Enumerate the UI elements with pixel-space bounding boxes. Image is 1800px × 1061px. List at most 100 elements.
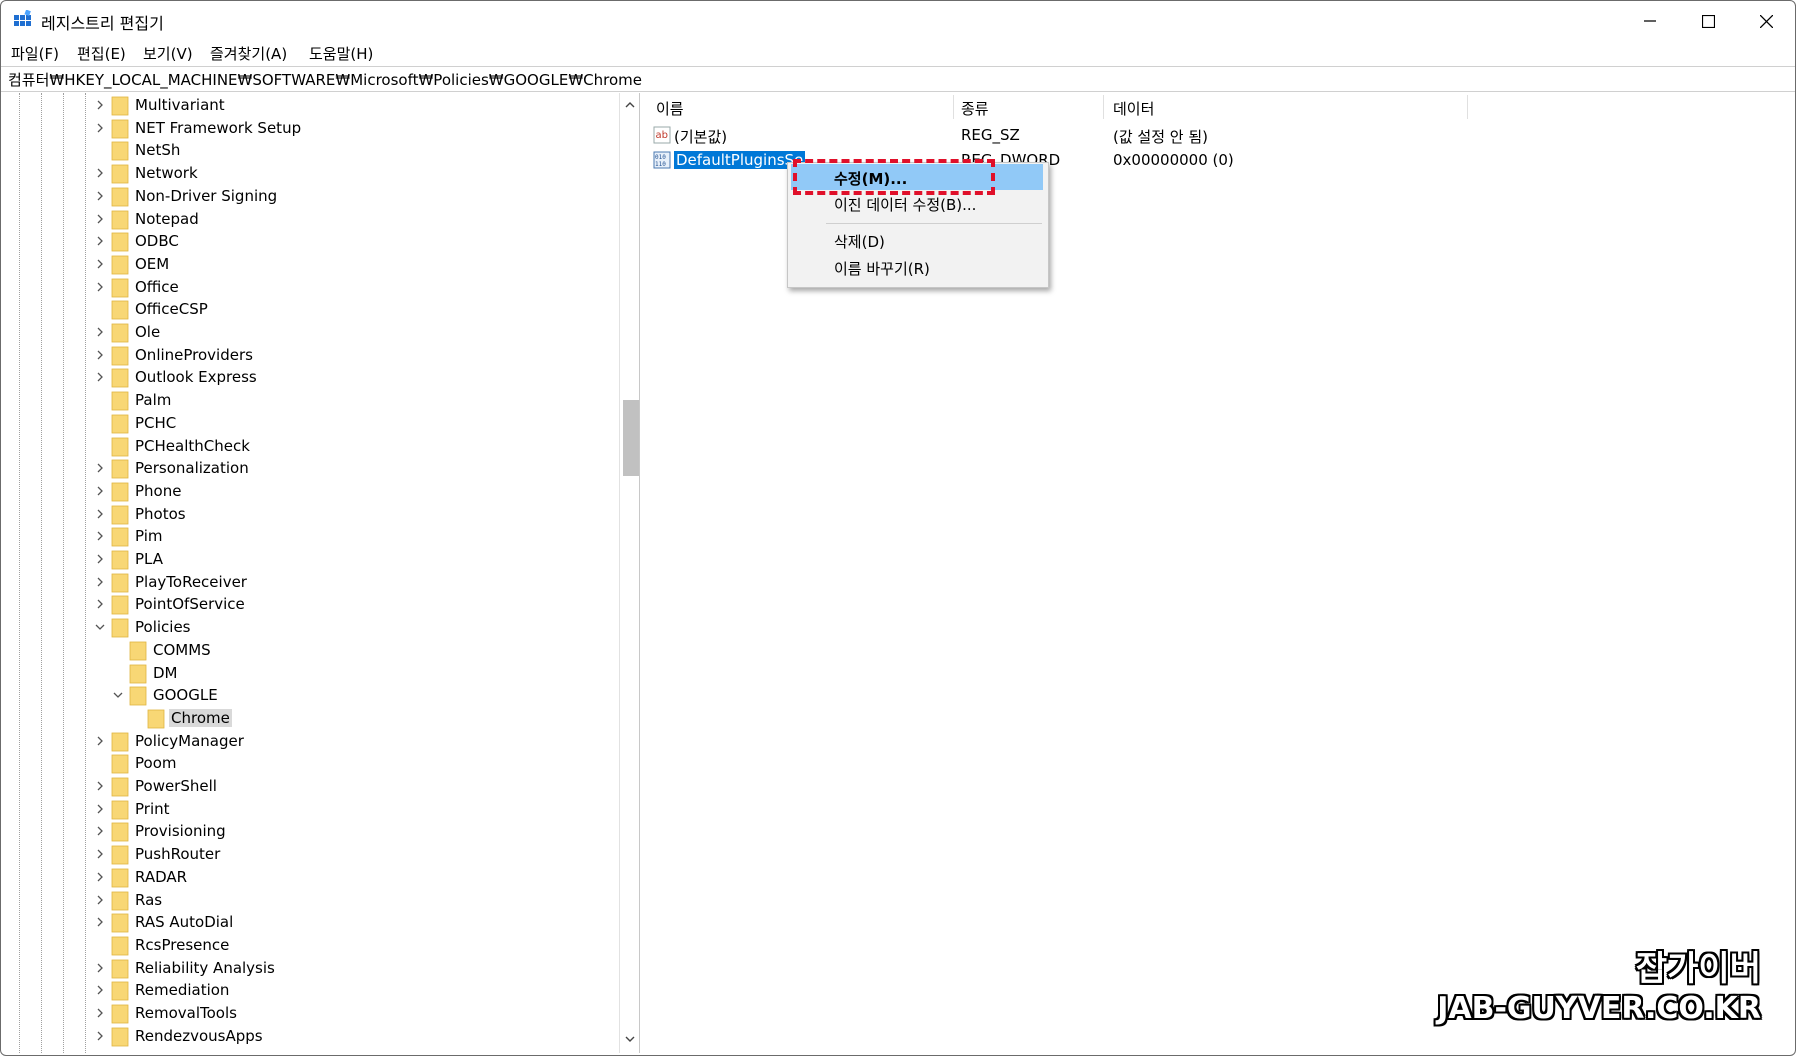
chevron-right-icon[interactable] <box>93 824 107 838</box>
minimize-button[interactable] <box>1621 1 1679 41</box>
chevron-right-icon[interactable] <box>93 189 107 203</box>
tree-item[interactable]: Policies <box>5 617 621 639</box>
column-separator[interactable] <box>1467 95 1468 119</box>
chevron-right-icon[interactable] <box>93 484 107 498</box>
tree-item[interactable]: Office <box>5 277 621 299</box>
tree-item[interactable]: Non-Driver Signing <box>5 186 621 208</box>
tree-item[interactable]: PLA <box>5 549 621 571</box>
chevron-right-icon[interactable] <box>93 529 107 543</box>
tree-item[interactable]: Multivariant <box>5 95 621 117</box>
column-header-data[interactable]: 데이터 <box>1113 98 1154 119</box>
chevron-right-icon[interactable] <box>93 983 107 997</box>
window-title: 레지스트리 편집기 <box>41 14 164 33</box>
tree-item[interactable]: OfficeCSP <box>5 299 621 321</box>
chevron-right-icon[interactable] <box>93 166 107 180</box>
tree-item[interactable]: OEM <box>5 254 621 276</box>
chevron-right-icon[interactable] <box>93 734 107 748</box>
tree-item[interactable]: RemovalTools <box>5 1003 621 1025</box>
tree-item[interactable]: RAS AutoDial <box>5 912 621 934</box>
menu-help[interactable]: 도움말(H) <box>309 43 373 64</box>
chevron-right-icon[interactable] <box>93 893 107 907</box>
chevron-right-icon[interactable] <box>93 121 107 135</box>
chevron-right-icon[interactable] <box>93 779 107 793</box>
tree-item[interactable]: NET Framework Setup <box>5 118 621 140</box>
tree-item[interactable]: Notepad <box>5 209 621 231</box>
scroll-down-icon[interactable] <box>624 1033 636 1045</box>
tree-item[interactable]: Reliability Analysis <box>5 958 621 980</box>
column-separator[interactable] <box>1103 95 1104 119</box>
tree-item[interactable]: Personalization <box>5 458 621 480</box>
tree-item[interactable]: Provisioning <box>5 821 621 843</box>
tree-item[interactable]: RADAR <box>5 867 621 889</box>
chevron-right-icon[interactable] <box>93 212 107 226</box>
key-tree-pane[interactable]: Multivariant NET Framework Setup NetSh Netw… <box>5 93 640 1053</box>
chevron-right-icon[interactable] <box>93 961 107 975</box>
tree-item[interactable]: Palm <box>5 390 621 412</box>
tree-item[interactable]: PowerShell <box>5 776 621 798</box>
menu-favorites[interactable]: 즐겨찾기(A) <box>210 43 287 64</box>
tree-item[interactable]: PushRouter <box>5 844 621 866</box>
tree-item[interactable]: Photos <box>5 504 621 526</box>
tree-item[interactable]: RendezvousApps <box>5 1026 621 1048</box>
column-header-name[interactable]: 이름 <box>656 98 684 119</box>
chevron-right-icon[interactable] <box>93 802 107 816</box>
chevron-right-icon[interactable] <box>93 1006 107 1020</box>
chevron-down-icon[interactable] <box>111 688 125 702</box>
chevron-right-icon[interactable] <box>93 552 107 566</box>
tree-item[interactable]: PCHC <box>5 413 621 435</box>
tree-item[interactable]: RcsPresence <box>5 935 621 957</box>
tree-item[interactable]: Poom <box>5 753 621 775</box>
close-button[interactable] <box>1737 1 1795 41</box>
tree-item[interactable]: PlayToReceiver <box>5 572 621 594</box>
tree-item[interactable]: DM <box>5 663 621 685</box>
tree-item[interactable]: Chrome <box>5 708 621 730</box>
chevron-right-icon[interactable] <box>93 280 107 294</box>
tree-item[interactable]: Ras <box>5 890 621 912</box>
tree-item[interactable]: PCHealthCheck <box>5 436 621 458</box>
chevron-right-icon[interactable] <box>93 1029 107 1043</box>
tree-item[interactable]: Print <box>5 799 621 821</box>
tree-item[interactable]: Network <box>5 163 621 185</box>
tree-item[interactable]: PolicyManager <box>5 731 621 753</box>
folder-icon <box>111 959 129 978</box>
tree-item[interactable]: Pim <box>5 526 621 548</box>
chevron-right-icon[interactable] <box>93 98 107 112</box>
tree-item[interactable]: Outlook Express <box>5 367 621 389</box>
chevron-right-icon[interactable] <box>93 575 107 589</box>
address-path[interactable]: 컴퓨터₩HKEY_LOCAL_MACHINE₩SOFTWARE₩Microsof… <box>8 69 642 90</box>
tree-item[interactable]: Phone <box>5 481 621 503</box>
menu-edit[interactable]: 편집(E) <box>77 43 126 64</box>
scroll-up-icon[interactable] <box>624 99 636 111</box>
tree-item[interactable]: Remediation <box>5 980 621 1002</box>
tree-item[interactable]: ODBC <box>5 231 621 253</box>
chevron-right-icon[interactable] <box>93 507 107 521</box>
chevron-right-icon[interactable] <box>93 370 107 384</box>
chevron-right-icon[interactable] <box>93 461 107 475</box>
value-row[interactable]: ab (기본값) REG_SZ (값 설정 안 됨) <box>647 123 1793 147</box>
scrollbar-thumb[interactable] <box>623 400 639 476</box>
chevron-right-icon[interactable] <box>93 348 107 362</box>
context-menu-rename[interactable]: 이름 바꾸기(R) <box>791 254 1043 280</box>
tree-item[interactable]: GOOGLE <box>5 685 621 707</box>
chevron-right-icon[interactable] <box>93 915 107 929</box>
menu-file[interactable]: 파일(F) <box>11 43 59 64</box>
tree-item[interactable]: OnlineProviders <box>5 345 621 367</box>
column-header-type[interactable]: 종류 <box>961 98 989 119</box>
chevron-right-icon[interactable] <box>93 257 107 271</box>
maximize-button[interactable] <box>1679 1 1737 41</box>
menu-view[interactable]: 보기(V) <box>143 43 193 64</box>
tree-item[interactable]: Ole <box>5 322 621 344</box>
tree-item[interactable]: COMMS <box>5 640 621 662</box>
context-menu-delete[interactable]: 삭제(D) <box>791 227 1043 253</box>
address-bar[interactable]: 컴퓨터₩HKEY_LOCAL_MACHINE₩SOFTWARE₩Microsof… <box>1 66 1795 92</box>
column-separator[interactable] <box>953 95 954 119</box>
chevron-right-icon[interactable] <box>93 325 107 339</box>
tree-item[interactable]: NetSh <box>5 140 621 162</box>
chevron-right-icon[interactable] <box>93 597 107 611</box>
tree-scrollbar[interactable] <box>619 93 639 1053</box>
tree-item[interactable]: PointOfService <box>5 594 621 616</box>
chevron-right-icon[interactable] <box>93 847 107 861</box>
chevron-down-icon[interactable] <box>93 620 107 634</box>
chevron-right-icon[interactable] <box>93 234 107 248</box>
chevron-right-icon[interactable] <box>93 870 107 884</box>
